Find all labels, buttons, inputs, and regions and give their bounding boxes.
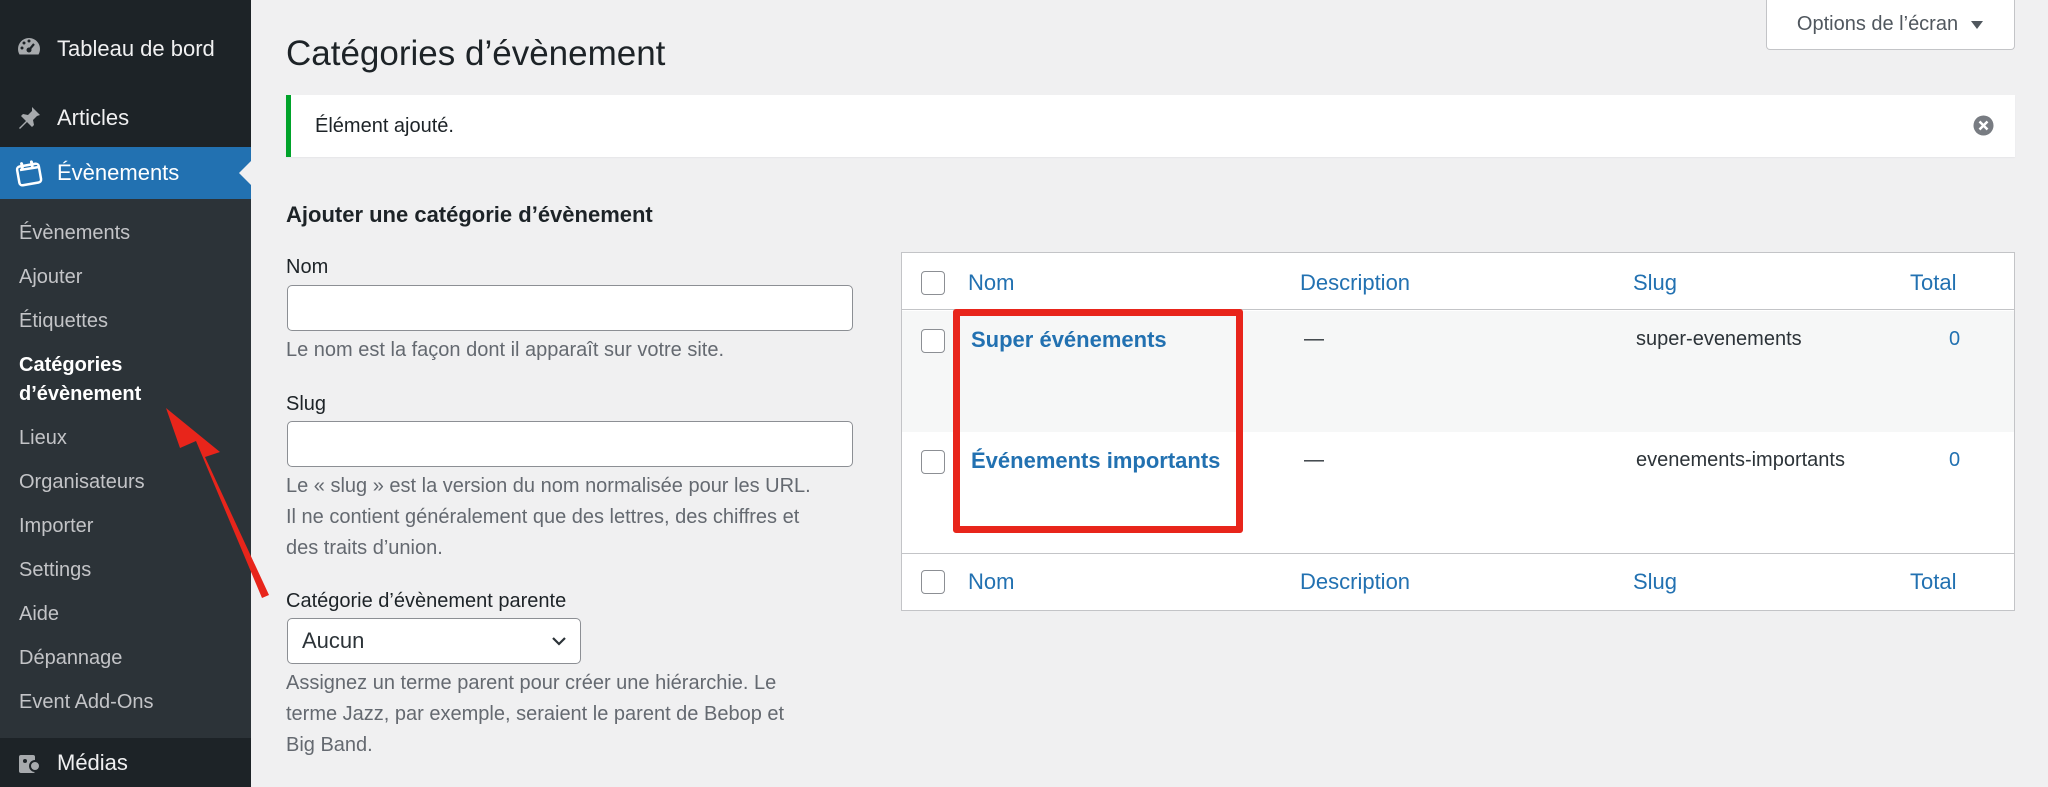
add-category-heading: Ajouter une catégorie d’évènement: [286, 202, 653, 227]
menu-item-articles[interactable]: Articles: [0, 89, 251, 147]
slug-input[interactable]: [287, 421, 853, 467]
caret-down-icon: [1970, 13, 1984, 36]
select-all-checkbox[interactable]: [921, 271, 945, 295]
media-icon: [0, 749, 57, 777]
category-slug: evenements-importants: [1636, 449, 1845, 471]
submenu-item-event-addons[interactable]: Event Add-Ons: [19, 688, 154, 717]
success-notice: Élément ajouté.: [286, 95, 2015, 157]
menu-item-label: Évènements: [57, 160, 180, 185]
table-header: Nom Description Slug Total: [902, 253, 2014, 310]
menu-item-events[interactable]: Évènements: [0, 147, 251, 199]
table-footer: Nom Description Slug Total: [902, 553, 2014, 610]
dismiss-icon[interactable]: [1972, 114, 1995, 137]
parent-help: Assignez un terme parent pour créer une …: [286, 668, 876, 761]
name-help: Le nom est la façon dont il apparaît sur…: [286, 339, 725, 361]
category-count-link[interactable]: 0: [1949, 449, 1960, 472]
slug-help-line: Il ne contient généralement que des lett…: [286, 506, 800, 528]
parent-help-line: Big Band.: [286, 734, 373, 756]
submenu-item-organizers[interactable]: Organisateurs: [19, 468, 145, 497]
highlight-annotation-box: [953, 309, 1243, 533]
column-total-footer[interactable]: Total: [1910, 569, 1956, 595]
submenu-item-tags[interactable]: Étiquettes: [19, 307, 108, 336]
slug-help-line: Le « slug » est la version du nom normal…: [286, 475, 811, 497]
column-slug-footer[interactable]: Slug: [1633, 569, 1677, 595]
events-submenu: Évènements Ajouter Étiquettes Catégories…: [0, 199, 251, 738]
column-slug-header[interactable]: Slug: [1633, 270, 1677, 296]
parent-category-label: Catégorie d’évènement parente: [286, 590, 567, 612]
parent-help-line: terme Jazz, par exemple, seraient le par…: [286, 703, 785, 725]
slug-help-line: des traits d’union.: [286, 537, 443, 559]
category-description: —: [1304, 328, 1324, 350]
notice-message: Élément ajouté.: [315, 114, 454, 137]
parent-category-select[interactable]: Aucun: [287, 618, 581, 664]
column-description-footer[interactable]: Description: [1300, 569, 1410, 595]
submenu-item-settings[interactable]: Settings: [19, 556, 91, 585]
category-description: —: [1304, 449, 1324, 471]
select-all-checkbox-footer[interactable]: [921, 570, 945, 594]
submenu-item-event-categories[interactable]: Catégories d’évènement: [19, 351, 169, 409]
menu-item-label: Articles: [57, 105, 130, 130]
category-count-link[interactable]: 0: [1949, 328, 1960, 351]
parent-help-line: Assignez un terme parent pour créer une …: [286, 672, 777, 694]
dashboard-icon: [0, 35, 57, 63]
menu-item-label: Tableau de bord: [57, 36, 215, 61]
submenu-item-add[interactable]: Ajouter: [19, 263, 82, 292]
calendar-icon: [0, 159, 57, 187]
slug-help: Le « slug » est la version du nom normal…: [286, 471, 876, 564]
submenu-item-events[interactable]: Évènements: [19, 219, 130, 248]
submenu-item-import[interactable]: Importer: [19, 512, 93, 541]
menu-item-media[interactable]: Médias: [0, 738, 251, 787]
menu-item-label: Médias: [57, 749, 128, 775]
column-total-header[interactable]: Total: [1910, 270, 1956, 296]
submenu-item-help[interactable]: Aide: [19, 600, 59, 629]
parent-selected-value: Aucun: [302, 628, 365, 653]
row-checkbox[interactable]: [921, 329, 945, 353]
column-name-header[interactable]: Nom: [968, 270, 1014, 296]
screen-options-button[interactable]: Options de l’écran: [1766, 0, 2015, 50]
name-input[interactable]: [287, 285, 853, 331]
column-name-footer[interactable]: Nom: [968, 569, 1014, 595]
column-description-header[interactable]: Description: [1300, 270, 1410, 296]
pushpin-icon: [0, 104, 57, 132]
admin-sidebar: Tableau de bord Articles Évènements Évèn…: [0, 0, 251, 787]
name-label: Nom: [286, 256, 329, 278]
screen-options-label: Options de l’écran: [1796, 13, 1959, 35]
slug-label: Slug: [286, 393, 327, 415]
chevron-down-icon: [550, 631, 568, 657]
submenu-item-troubleshooting[interactable]: Dépannage: [19, 644, 122, 673]
row-checkbox[interactable]: [921, 450, 945, 474]
category-slug: super-evenements: [1636, 328, 1802, 350]
submenu-item-venues[interactable]: Lieux: [19, 424, 67, 453]
page-title: Catégories d’évènement: [286, 34, 666, 73]
menu-item-dashboard[interactable]: Tableau de bord: [0, 20, 251, 78]
